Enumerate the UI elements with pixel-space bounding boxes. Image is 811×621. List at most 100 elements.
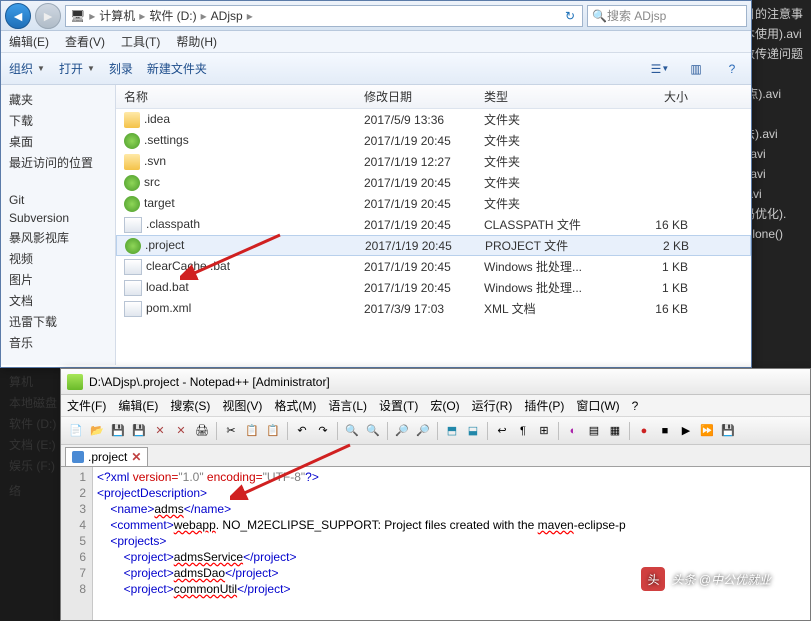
menu-item[interactable]: 插件(P) bbox=[524, 397, 564, 414]
sidebar-item[interactable]: 最近访问的位置 bbox=[1, 152, 115, 173]
macro-play-icon[interactable]: ▶ bbox=[677, 422, 695, 440]
menu-tools[interactable]: 工具(T) bbox=[121, 33, 160, 50]
menu-item[interactable]: 文件(F) bbox=[67, 397, 106, 414]
menu-item[interactable]: ? bbox=[632, 399, 639, 413]
sidebar-item[interactable]: 文档 bbox=[1, 290, 115, 311]
col-name[interactable]: 名称 bbox=[116, 88, 356, 105]
sidebar-item[interactable]: Subversion bbox=[1, 209, 115, 227]
menu-item[interactable]: 编辑(E) bbox=[118, 397, 158, 414]
search-input[interactable]: 🔍 搜索 ADjsp bbox=[587, 5, 747, 27]
code-editor[interactable]: 12345678 <?xml version="1.0" encoding="U… bbox=[61, 467, 810, 620]
macro-rec-icon[interactable]: ● bbox=[635, 422, 653, 440]
file-row[interactable]: pom.xml2017/3/9 17:03XML 文档16 KB bbox=[116, 298, 751, 319]
sidebar-item[interactable]: 视频 bbox=[1, 248, 115, 269]
newfolder-button[interactable]: 新建文件夹 bbox=[147, 60, 207, 77]
col-type[interactable]: 类型 bbox=[476, 88, 616, 105]
paste-icon[interactable]: 📋 bbox=[264, 422, 282, 440]
menu-item[interactable]: 设置(T) bbox=[379, 397, 418, 414]
sidebar-item[interactable]: 音乐 bbox=[1, 332, 115, 353]
breadcrumb-item[interactable]: ADjsp bbox=[209, 9, 245, 23]
sidebar-item[interactable]: 迅雷下载 bbox=[1, 311, 115, 332]
sidebar-item[interactable] bbox=[1, 173, 115, 191]
func-list-icon[interactable]: ▦ bbox=[606, 422, 624, 440]
address-bar[interactable]: 🖥▸ 计算机▸ 软件 (D:)▸ ADjsp▸ ↻ bbox=[65, 5, 583, 27]
organize-button[interactable]: 组织 ▼ bbox=[9, 60, 45, 77]
saved-indicator-icon bbox=[72, 451, 84, 463]
explorer-window: ◄ ► 🖥▸ 计算机▸ 软件 (D:)▸ ADjsp▸ ↻ 🔍 搜索 ADjsp… bbox=[0, 0, 752, 368]
wrap-icon[interactable]: ↩ bbox=[493, 422, 511, 440]
tab-close-icon[interactable]: ✕ bbox=[131, 450, 141, 464]
preview-pane-icon[interactable]: ▥ bbox=[685, 58, 707, 80]
breadcrumb-item[interactable]: 计算机 bbox=[97, 7, 137, 24]
code-content[interactable]: <?xml version="1.0" encoding="UTF-8"?> <… bbox=[93, 467, 810, 620]
explorer-menubar: 编辑(E) 查看(V) 工具(T) 帮助(H) bbox=[1, 31, 751, 53]
all-chars-icon[interactable]: ¶ bbox=[514, 422, 532, 440]
menu-item[interactable]: 语言(L) bbox=[328, 397, 367, 414]
close-icon[interactable]: ✕ bbox=[151, 422, 169, 440]
file-row[interactable]: target2017/1/19 20:45文件夹 bbox=[116, 193, 751, 214]
file-row[interactable]: .settings2017/1/19 20:45文件夹 bbox=[116, 130, 751, 151]
sync-v-icon[interactable]: ⬒ bbox=[443, 422, 461, 440]
menu-item[interactable]: 视图(V) bbox=[222, 397, 262, 414]
menu-item[interactable]: 运行(R) bbox=[472, 397, 513, 414]
file-list: 名称 修改日期 类型 大小 .idea2017/5/9 13:36文件夹.set… bbox=[116, 85, 751, 365]
menu-help[interactable]: 帮助(H) bbox=[176, 33, 217, 50]
file-row[interactable]: load.bat2017/1/19 20:45Windows 批处理...1 K… bbox=[116, 277, 751, 298]
refresh-icon[interactable]: ↻ bbox=[560, 6, 580, 26]
nav-forward-button[interactable]: ► bbox=[35, 3, 61, 29]
col-date[interactable]: 修改日期 bbox=[356, 88, 476, 105]
doc-map-icon[interactable]: ▤ bbox=[585, 422, 603, 440]
open-file-icon[interactable]: 📂 bbox=[88, 422, 106, 440]
file-row[interactable]: .svn2017/1/19 12:27文件夹 bbox=[116, 151, 751, 172]
find-icon[interactable]: 🔍 bbox=[343, 422, 361, 440]
file-row[interactable]: clearCache .bat2017/1/19 20:45Windows 批处… bbox=[116, 256, 751, 277]
sidebar-item[interactable]: 桌面 bbox=[1, 131, 115, 152]
file-row[interactable]: src2017/1/19 20:45文件夹 bbox=[116, 172, 751, 193]
open-button[interactable]: 打开 ▼ bbox=[59, 60, 95, 77]
zoom-in-icon[interactable]: 🔎 bbox=[393, 422, 411, 440]
menu-item[interactable]: 窗口(W) bbox=[576, 397, 619, 414]
file-row[interactable]: .classpath2017/1/19 20:45CLASSPATH 文件16 … bbox=[116, 214, 751, 235]
nav-back-button[interactable]: ◄ bbox=[5, 3, 31, 29]
sync-h-icon[interactable]: ⬓ bbox=[464, 422, 482, 440]
menu-item[interactable]: 搜索(S) bbox=[170, 397, 210, 414]
menu-item[interactable]: 宏(O) bbox=[430, 397, 459, 414]
sidebar-item[interactable]: Git bbox=[1, 191, 115, 209]
print-icon[interactable]: 🖨 bbox=[193, 422, 211, 440]
file-icon bbox=[124, 217, 142, 233]
file-icon bbox=[124, 112, 140, 128]
help-icon[interactable]: ? bbox=[721, 58, 743, 80]
close-all-icon[interactable]: ✕ bbox=[172, 422, 190, 440]
macro-multi-icon[interactable]: ⏩ bbox=[698, 422, 716, 440]
line-numbers: 12345678 bbox=[61, 467, 93, 620]
copy-icon[interactable]: 📋 bbox=[243, 422, 261, 440]
breadcrumb-item[interactable]: 软件 (D:) bbox=[147, 7, 198, 24]
save-icon[interactable]: 💾 bbox=[109, 422, 127, 440]
macro-save-icon[interactable]: 💾 bbox=[719, 422, 737, 440]
sidebar-item[interactable]: 藏夹 bbox=[1, 89, 115, 110]
menu-item[interactable]: 格式(M) bbox=[274, 397, 316, 414]
explorer-sidebar: 藏夹下载桌面最近访问的位置 GitSubversion暴风影视库视频图片文档迅雷… bbox=[1, 85, 116, 365]
file-tab[interactable]: .project ✕ bbox=[65, 447, 148, 466]
cut-icon[interactable]: ✂ bbox=[222, 422, 240, 440]
col-size[interactable]: 大小 bbox=[616, 88, 696, 105]
menu-view[interactable]: 查看(V) bbox=[65, 33, 105, 50]
indent-guide-icon[interactable]: ⊞ bbox=[535, 422, 553, 440]
view-options-icon[interactable]: ☰ ▼ bbox=[649, 58, 671, 80]
sidebar-item[interactable]: 暴风影视库 bbox=[1, 227, 115, 248]
zoom-out-icon[interactable]: 🔎 bbox=[414, 422, 432, 440]
file-row[interactable]: .project2017/1/19 20:45PROJECT 文件2 KB bbox=[116, 235, 751, 256]
file-row[interactable]: .idea2017/5/9 13:36文件夹 bbox=[116, 109, 751, 130]
new-file-icon[interactable]: 📄 bbox=[67, 422, 85, 440]
menu-edit[interactable]: 编辑(E) bbox=[9, 33, 49, 50]
undo-icon[interactable]: ↶ bbox=[293, 422, 311, 440]
record-button[interactable]: 刻录 bbox=[109, 60, 133, 77]
sidebar-item[interactable]: 图片 bbox=[1, 269, 115, 290]
sidebar-item[interactable]: 下载 bbox=[1, 110, 115, 131]
macro-stop-icon[interactable]: ■ bbox=[656, 422, 674, 440]
save-all-icon[interactable]: 💾 bbox=[130, 422, 148, 440]
notepadpp-menubar: 文件(F) 编辑(E) 搜索(S) 视图(V) 格式(M) 语言(L) 设置(T) 宏(O) 运… bbox=[61, 395, 810, 417]
lang-icon[interactable]: ◐ bbox=[564, 422, 582, 440]
redo-icon[interactable]: ↷ bbox=[314, 422, 332, 440]
replace-icon[interactable]: 🔍 bbox=[364, 422, 382, 440]
